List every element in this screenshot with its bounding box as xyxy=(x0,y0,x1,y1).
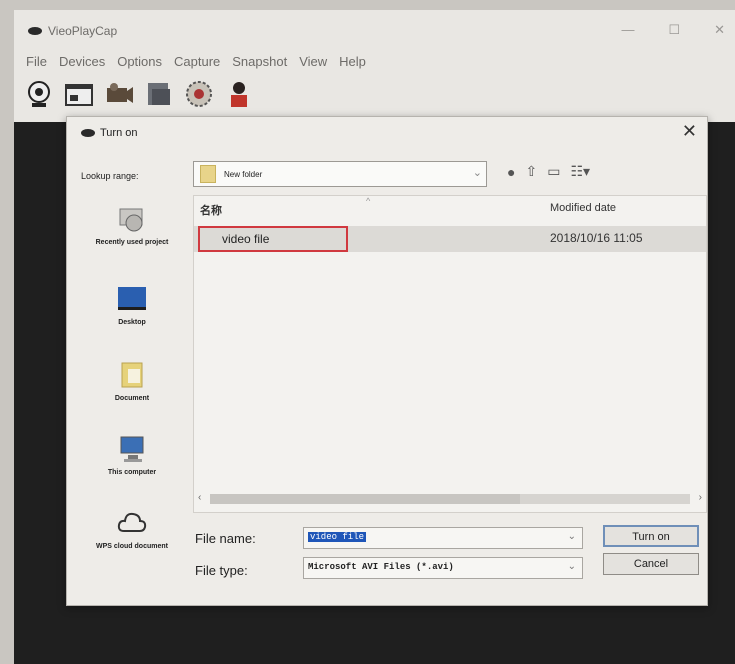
lookup-range-combo[interactable]: New folder ⌄ xyxy=(193,161,487,187)
cloud-icon xyxy=(117,512,147,532)
minimize-button[interactable]: — xyxy=(621,22,634,38)
maximize-button[interactable]: ☐ xyxy=(668,22,680,38)
dialog-close-icon[interactable]: ✕ xyxy=(682,121,697,142)
place-recent[interactable]: Recently used project xyxy=(77,203,187,246)
file-type-label: File type: xyxy=(195,563,248,578)
place-document-label: Document xyxy=(114,395,150,402)
menu-capture[interactable]: Capture xyxy=(174,54,220,69)
cancel-button[interactable]: Cancel xyxy=(603,553,699,575)
close-button[interactable]: ✕ xyxy=(714,22,725,38)
scroll-right-icon[interactable]: › xyxy=(699,492,702,503)
toolbar-webcam-button[interactable] xyxy=(22,76,56,112)
menu-view[interactable]: View xyxy=(299,54,327,69)
menu-options[interactable]: Options xyxy=(117,54,162,69)
toolbar-media-file-button[interactable] xyxy=(142,76,176,112)
chevron-down-icon[interactable]: ⌄ xyxy=(568,561,576,572)
window-controls: — ☐ ✕ xyxy=(621,22,725,38)
file-name-label: File name: xyxy=(195,531,256,546)
new-folder-icon[interactable]: ▭ xyxy=(547,163,560,180)
open-file-dialog: Turn on ✕ Lookup range: New folder ⌄ ● ⇧… xyxy=(66,116,708,606)
toolbar-video-window-button[interactable] xyxy=(62,76,96,112)
file-name-input[interactable]: video file ⌄ xyxy=(303,527,583,549)
list-header: 名称 ^ Modified date xyxy=(194,196,706,222)
dialog-logo-icon xyxy=(81,129,95,137)
webcam-icon xyxy=(28,81,50,107)
chevron-down-icon[interactable]: ⌄ xyxy=(473,166,482,179)
place-desktop[interactable]: Desktop xyxy=(77,283,187,326)
desktop-icon xyxy=(118,287,146,310)
scroll-left-icon[interactable]: ‹ xyxy=(198,492,201,503)
file-type-value: Microsoft AVI Files (*.avi) xyxy=(308,562,454,572)
file-modified-cell: 2018/10/16 11:05 xyxy=(550,231,643,245)
toolbar-settings-button[interactable] xyxy=(182,76,216,112)
menu-bar: File Devices Options Capture Snapshot Vi… xyxy=(26,54,366,69)
app-window: VieoPlayCap — ☐ ✕ File Devices Options C… xyxy=(14,10,735,664)
dialog-title: Turn on xyxy=(81,127,138,139)
menu-file[interactable]: File xyxy=(26,54,47,69)
place-recent-label: Recently used project xyxy=(95,239,169,246)
app-title-text: VieoPlayCap xyxy=(48,24,118,38)
chevron-down-icon[interactable]: ⌄ xyxy=(568,531,576,542)
file-list[interactable]: 名称 ^ Modified date video file 2018/10/16… xyxy=(193,195,707,513)
video-window-icon xyxy=(65,84,93,106)
media-file-icon xyxy=(148,83,170,105)
table-row[interactable]: video file 2018/10/16 11:05 xyxy=(194,226,706,252)
places-bar: Recently used project Desktop Document T… xyxy=(77,197,187,550)
camera-icon xyxy=(107,83,133,103)
sort-caret-icon: ^ xyxy=(366,196,371,206)
folder-icon xyxy=(200,165,216,183)
place-desktop-label: Desktop xyxy=(118,319,146,326)
user-icon xyxy=(231,82,247,107)
place-cloud-label: WPS cloud document xyxy=(96,543,168,550)
menu-help[interactable]: Help xyxy=(339,54,366,69)
file-type-select[interactable]: Microsoft AVI Files (*.avi) ⌄ xyxy=(303,557,583,579)
nav-icons: ● ⇧ ▭ ☷▾ xyxy=(507,163,590,180)
place-cloud[interactable]: WPS cloud document xyxy=(77,507,187,550)
column-modified-header[interactable]: Modified date xyxy=(550,202,616,214)
place-document[interactable]: Document xyxy=(77,359,187,402)
toolbar-camera-button[interactable] xyxy=(102,76,136,112)
app-logo-icon xyxy=(28,27,42,35)
up-folder-icon[interactable]: ⇧ xyxy=(525,163,537,180)
menu-devices[interactable]: Devices xyxy=(59,54,105,69)
back-icon[interactable]: ● xyxy=(507,164,515,180)
horizontal-scrollbar[interactable]: ‹ › xyxy=(194,492,706,506)
view-menu-icon[interactable]: ☷▾ xyxy=(570,163,590,180)
place-computer-label: This computer xyxy=(107,469,157,476)
lookup-range-label: Lookup range: xyxy=(81,171,139,181)
recent-icon xyxy=(119,208,143,232)
document-icon xyxy=(121,362,143,388)
lookup-range-value: New folder xyxy=(224,169,263,179)
place-computer[interactable]: This computer xyxy=(77,433,187,476)
toolbar-user-button[interactable] xyxy=(222,76,256,112)
column-name-header[interactable]: 名称 xyxy=(200,202,222,218)
open-button[interactable]: Turn on xyxy=(603,525,699,547)
settings-wheel-icon xyxy=(186,81,212,107)
computer-icon xyxy=(120,436,144,462)
app-chrome: VieoPlayCap — ☐ ✕ File Devices Options C… xyxy=(14,10,735,122)
app-title: VieoPlayCap xyxy=(28,24,117,38)
toolbar xyxy=(22,76,256,112)
menu-snapshot[interactable]: Snapshot xyxy=(232,54,287,69)
dialog-title-text: Turn on xyxy=(100,127,138,139)
file-name-value: video file xyxy=(308,532,367,542)
file-name-cell[interactable]: video file xyxy=(198,226,348,252)
scrollbar-thumb[interactable] xyxy=(210,494,520,504)
